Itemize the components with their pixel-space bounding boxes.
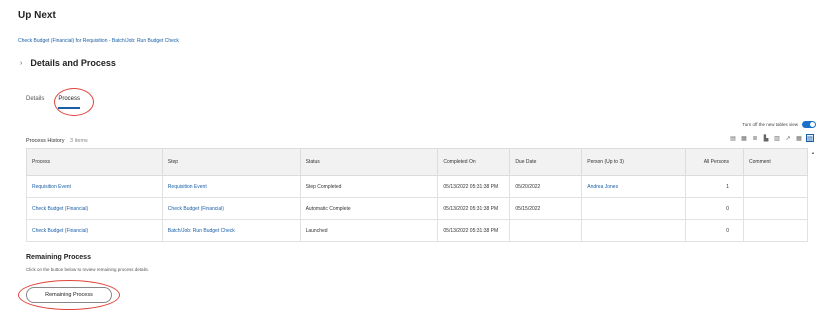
person-link[interactable]: [581, 197, 687, 220]
col-status[interactable]: Status: [299, 148, 439, 176]
toggle-label: Turn off the new tables view: [742, 122, 798, 127]
new-tables-view-toggle-row: Turn off the new tables view: [742, 121, 816, 128]
person-link[interactable]: [581, 219, 687, 242]
process-history-table: Process Step Status Completed On Due Dat…: [26, 148, 808, 242]
status-cell: Step Completed: [299, 175, 439, 198]
completed-on-cell: 05/13/2022 05:31:38 PM: [437, 197, 511, 220]
export-excel-icon[interactable]: ▤: [729, 134, 737, 142]
breadcrumb[interactable]: Check Budget (Financial) for Requisition…: [18, 38, 179, 44]
annotation-circle-remaining-button: [18, 280, 120, 310]
comment-cell: [743, 219, 808, 242]
col-person[interactable]: Person (Up to 3): [581, 148, 687, 176]
chart-icon[interactable]: ▙: [762, 134, 770, 142]
chevron-right-icon[interactable]: ›: [20, 60, 22, 67]
step-link[interactable]: Batch/Job: Run Budget Check: [161, 219, 301, 242]
fullscreen-icon[interactable]: ↗: [784, 134, 792, 142]
page-title: Up Next: [18, 10, 56, 21]
table-row: Check Budget (Financial) Batch/Job: Run …: [26, 219, 808, 242]
person-link[interactable]: Andrea Jones: [581, 175, 687, 198]
status-cell: Launched: [299, 219, 439, 242]
col-process[interactable]: Process: [26, 148, 163, 176]
section-title: Details and Process: [30, 58, 116, 68]
process-history-header: Process History 3 items: [26, 138, 88, 144]
export-pdf-icon[interactable]: ▦: [740, 134, 748, 142]
completed-on-cell: 05/13/2022 05:31:38 PM: [437, 219, 511, 242]
table-toolbar: ▤ ▦ ≣ ▙ ▥ ↗ ▦ ▤: [729, 134, 814, 142]
table-scrollbar[interactable]: ▲: [811, 150, 816, 240]
process-link[interactable]: Check Budget (Financial): [26, 219, 163, 242]
filter-icon[interactable]: ≣: [751, 134, 759, 142]
grid-view-icon[interactable]: ▦: [795, 134, 803, 142]
comment-cell: [743, 197, 808, 220]
scroll-up-icon[interactable]: ▲: [811, 150, 816, 155]
status-cell: Automatic Complete: [299, 197, 439, 220]
new-tables-view-toggle[interactable]: [802, 121, 816, 128]
details-section-header[interactable]: › Details and Process: [20, 58, 116, 68]
all-persons-cell[interactable]: 0: [685, 197, 745, 220]
completed-on-cell: 05/13/2022 05:31:38 PM: [437, 175, 511, 198]
table-row: Check Budget (Financial) Check Budget (F…: [26, 197, 808, 220]
all-persons-cell[interactable]: 0: [685, 219, 745, 242]
due-date-cell: 05/15/2022: [509, 197, 583, 220]
due-date-cell: [509, 219, 583, 242]
table-header-row: Process Step Status Completed On Due Dat…: [26, 148, 808, 176]
remaining-process-title: Remaining Process: [26, 254, 91, 261]
table-view-icon[interactable]: ▤: [806, 134, 814, 142]
table-row: Requisition Event Requisition Event Step…: [26, 175, 808, 198]
due-date-cell: 05/20/2022: [509, 175, 583, 198]
process-history-count: 3 items: [70, 138, 88, 144]
column-icon[interactable]: ▥: [773, 134, 781, 142]
col-comment[interactable]: Comment: [743, 148, 808, 176]
col-step[interactable]: Step: [161, 148, 301, 176]
annotation-circle-process-tab: [54, 88, 94, 116]
process-history-title: Process History: [26, 138, 65, 144]
col-completed-on[interactable]: Completed On: [437, 148, 511, 176]
col-due-date[interactable]: Due Date: [509, 148, 583, 176]
step-link[interactable]: Requisition Event: [161, 175, 301, 198]
col-all-persons[interactable]: All Persons: [685, 148, 745, 176]
step-link[interactable]: Check Budget (Financial): [161, 197, 301, 220]
comment-cell: [743, 175, 808, 198]
process-link[interactable]: Check Budget (Financial): [26, 197, 163, 220]
remaining-process-subtitle: Click on the button below to review rema…: [26, 267, 150, 272]
process-link[interactable]: Requisition Event: [26, 175, 163, 198]
tab-details[interactable]: Details: [26, 96, 44, 109]
all-persons-cell[interactable]: 1: [685, 175, 745, 198]
